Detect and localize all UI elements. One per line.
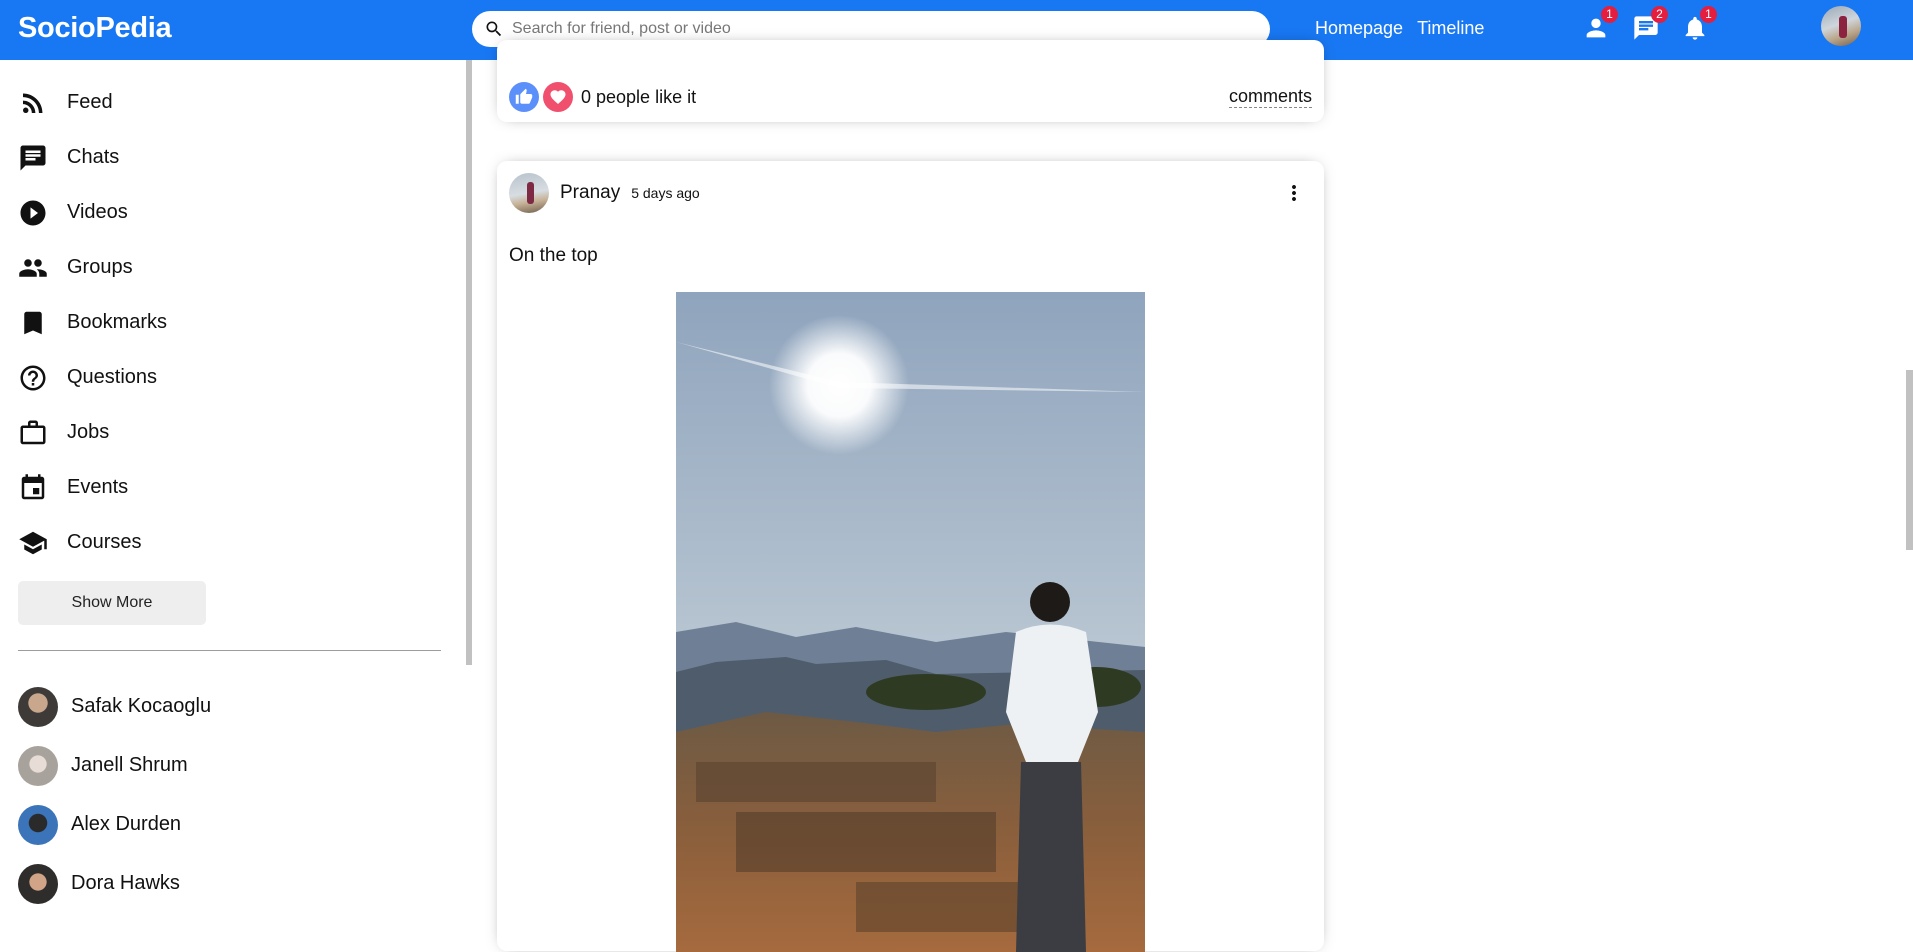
sidebar-item-label: Chats <box>67 146 120 168</box>
sidebar-item-videos[interactable]: Videos <box>0 185 465 240</box>
post-likes: 0 people like it <box>509 82 696 112</box>
sidebar-item-groups[interactable]: Groups <box>0 240 465 295</box>
friend-item[interactable]: Janell Shrum <box>18 736 211 795</box>
bookmark-icon <box>24 311 42 334</box>
help-outline-icon <box>20 365 46 390</box>
sidebar-item-label: Jobs <box>67 421 110 443</box>
school-icon <box>19 531 47 554</box>
sidebar-divider <box>18 650 441 651</box>
post-text: On the top <box>509 245 598 266</box>
sidebar-item-label: Groups <box>67 256 133 278</box>
post-username[interactable]: Pranay <box>560 182 620 204</box>
sidebar-item-label: Questions <box>67 366 158 388</box>
sidebar: Feed Chats Videos Groups Bookmarks Quest… <box>0 60 465 915</box>
timeline-link[interactable]: Timeline <box>1417 18 1484 39</box>
search-input[interactable] <box>512 20 1252 38</box>
sidebar-item-label: Courses <box>67 531 142 553</box>
post-card-previous: 0 people like it comments <box>497 40 1324 122</box>
avatar[interactable] <box>509 173 549 213</box>
friend-item[interactable]: Safak Kocaoglu <box>18 677 211 736</box>
profile-avatar[interactable] <box>1821 6 1861 46</box>
friend-item[interactable]: Dora Hawks <box>18 854 211 913</box>
event-icon <box>21 473 45 499</box>
like-count: 0 people like it <box>581 86 697 107</box>
sidebar-item-label: Feed <box>67 91 113 113</box>
friend-requests-button[interactable]: 1 <box>1582 6 1618 44</box>
post-header: Pranay 5 days ago <box>509 173 700 213</box>
friend-name: Dora Hawks <box>71 872 180 894</box>
messages-badge: 2 <box>1651 6 1668 23</box>
sidebar-menu: Feed Chats Videos Groups Bookmarks Quest… <box>0 75 465 570</box>
work-outline-icon <box>20 420 46 444</box>
sidebar-item-label: Videos <box>67 201 128 223</box>
rss-feed-icon <box>23 93 43 113</box>
sidebar-scrollbar[interactable] <box>466 60 472 665</box>
sidebar-item-label: Events <box>67 476 129 498</box>
like-button[interactable] <box>509 82 539 112</box>
post-date: 5 days ago <box>631 185 700 201</box>
more-vert-icon[interactable] <box>1282 181 1306 205</box>
avatar <box>18 863 58 904</box>
logo[interactable]: SocioPedia <box>18 12 172 45</box>
homepage-link[interactable]: Homepage <box>1315 18 1403 39</box>
friend-name: Safak Kocaoglu <box>71 695 212 717</box>
sidebar-item-events[interactable]: Events <box>0 460 465 515</box>
post-card: Pranay 5 days ago On the top <box>497 161 1324 952</box>
page-scrollbar[interactable] <box>1906 370 1913 550</box>
sidebar-item-chats[interactable]: Chats <box>0 130 465 185</box>
sidebar-item-questions[interactable]: Questions <box>0 350 465 405</box>
play-circle-icon <box>20 200 46 225</box>
friend-name: Alex Durden <box>71 813 182 835</box>
avatar <box>18 686 58 727</box>
messages-button[interactable]: 2 <box>1632 6 1668 44</box>
sidebar-item-courses[interactable]: Courses <box>0 515 465 570</box>
notifications-badge: 1 <box>1700 6 1717 23</box>
group-icon <box>19 258 47 277</box>
heart-button[interactable] <box>543 82 573 112</box>
sidebar-item-label: Bookmarks <box>67 311 168 333</box>
friend-name: Janell Shrum <box>71 754 188 776</box>
landscape-photo <box>676 292 1145 952</box>
heart-icon <box>550 90 566 105</box>
friend-requests-badge: 1 <box>1601 6 1618 23</box>
post-image[interactable] <box>676 292 1145 952</box>
notifications-button[interactable]: 1 <box>1681 6 1717 44</box>
sidebar-item-jobs[interactable]: Jobs <box>0 405 465 460</box>
sidebar-item-bookmarks[interactable]: Bookmarks <box>0 295 465 350</box>
comments-link[interactable]: comments <box>1228 86 1312 108</box>
nav-links: Homepage Timeline <box>1315 18 1484 39</box>
avatar <box>18 745 58 786</box>
show-more-button[interactable]: Show More <box>18 581 206 625</box>
chat-icon <box>20 145 46 170</box>
friends-list: Safak Kocaoglu Janell Shrum Alex Durden … <box>18 677 211 913</box>
friend-item[interactable]: Alex Durden <box>18 795 211 854</box>
thumb-up-icon <box>515 88 533 104</box>
sidebar-item-feed[interactable]: Feed <box>0 75 465 130</box>
search-icon <box>486 21 502 37</box>
avatar <box>18 804 58 845</box>
